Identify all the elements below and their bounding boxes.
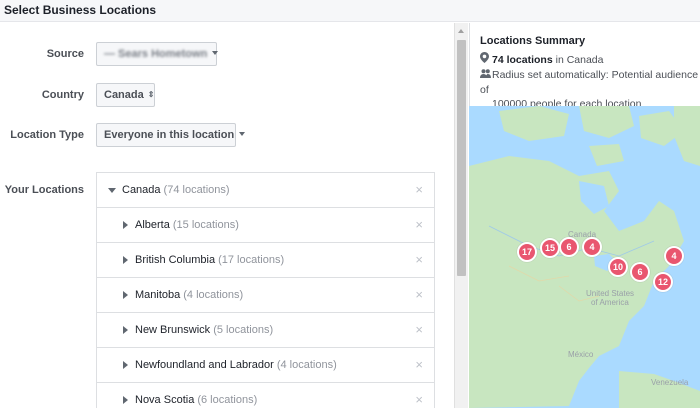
summary-location-count: 74 locations in Canada (480, 52, 604, 68)
page-title: Select Business Locations (4, 3, 157, 17)
remove-icon[interactable]: × (415, 278, 423, 312)
summary-radius-line1: Radius set automatically: Potential audi… (480, 69, 699, 96)
chevron-down-icon (212, 51, 219, 56)
expand-triangle-icon[interactable] (123, 326, 128, 334)
location-name: Canada (122, 184, 161, 196)
list-item[interactable]: Manitoba (4 locations) × (97, 278, 434, 313)
remove-icon[interactable]: × (415, 173, 423, 207)
map-label-mexico: México (568, 350, 594, 359)
map-label-venezuela: Venezuela (651, 378, 689, 387)
location-name: Alberta (135, 219, 170, 231)
collapse-triangle-icon[interactable] (108, 188, 116, 193)
country-value: Canada (104, 89, 144, 101)
list-item-canada[interactable]: Canada (74 locations) × (97, 173, 434, 208)
list-item[interactable]: New Brunswick (5 locations) × (97, 313, 434, 348)
location-count: (4 locations) (183, 289, 244, 301)
expand-triangle-icon[interactable] (123, 256, 128, 264)
map-pin[interactable]: 17 (517, 242, 537, 262)
chevron-down-icon (239, 132, 246, 137)
locations-map[interactable]: Canada United States of America México V… (469, 106, 700, 408)
summary-count-rest: in Canada (552, 54, 604, 66)
your-locations-label: Your Locations (4, 184, 84, 196)
scroll-up-icon[interactable] (458, 29, 464, 33)
map-pin[interactable]: 15 (540, 238, 560, 258)
remove-icon[interactable]: × (415, 208, 423, 242)
location-count: (5 locations) (213, 324, 274, 336)
map-pin-icon (480, 52, 492, 68)
map-pin[interactable]: 4 (582, 237, 602, 257)
source-value: — Sears Hometown (104, 48, 208, 60)
expand-triangle-icon[interactable] (123, 361, 128, 369)
source-label: Source (46, 48, 84, 60)
summary-radius: Radius set automatically: Potential audi… (480, 68, 700, 111)
locations-list: Canada (74 locations) × Alberta (15 locati… (96, 172, 435, 408)
expand-triangle-icon[interactable] (123, 291, 128, 299)
location-name: British Columbia (135, 254, 216, 266)
location-type-value: Everyone in this location (104, 129, 235, 141)
location-name: Nova Scotia (135, 394, 195, 406)
remove-icon[interactable]: × (415, 348, 423, 382)
expand-triangle-icon[interactable] (123, 396, 128, 404)
map-pin[interactable]: 6 (559, 237, 579, 257)
updown-arrows-icon: ⇕ (147, 90, 155, 99)
source-dropdown[interactable]: — Sears Hometown (96, 42, 219, 66)
location-type-label: Location Type (10, 129, 84, 141)
location-name: Manitoba (135, 289, 181, 301)
location-name: Newfoundland and Labrador (135, 359, 274, 371)
list-item[interactable]: British Columbia (17 locations) × (97, 243, 434, 278)
location-count: (6 locations) (197, 394, 258, 406)
list-item[interactable]: Nova Scotia (6 locations) × (97, 383, 434, 408)
summary-title: Locations Summary (480, 35, 586, 47)
map-pin[interactable]: 10 (608, 257, 628, 277)
location-count: (15 locations) (172, 219, 239, 231)
location-type-dropdown[interactable]: Everyone in this location (96, 123, 246, 147)
location-name: New Brunswick (135, 324, 211, 336)
map-pin[interactable]: 12 (653, 272, 673, 292)
map-pin[interactable]: 4 (664, 246, 684, 266)
form-scrollbar[interactable] (454, 23, 468, 408)
location-count: (4 locations) (276, 359, 337, 371)
remove-icon[interactable]: × (415, 383, 423, 408)
list-item[interactable]: Alberta (15 locations) × (97, 208, 434, 243)
location-count: (74 locations) (163, 184, 230, 196)
map-label-united-states: United States (586, 289, 635, 298)
list-item[interactable]: Newfoundland and Labrador (4 locations) × (97, 348, 434, 383)
modal-header: Select Business Locations (0, 0, 700, 22)
country-label: Country (41, 89, 84, 101)
expand-triangle-icon[interactable] (123, 221, 128, 229)
location-form: Source — Sears Hometown Country Canada ⇕ … (0, 23, 454, 408)
remove-icon[interactable]: × (415, 313, 423, 347)
people-icon (480, 69, 492, 83)
map-label-of-america: of America (591, 298, 629, 307)
map-pin[interactable]: 6 (630, 262, 650, 282)
scrollbar-thumb[interactable] (457, 40, 466, 276)
remove-icon[interactable]: × (415, 243, 423, 277)
country-select[interactable]: Canada ⇕ (96, 83, 155, 107)
summary-count-bold: 74 locations (492, 54, 553, 66)
location-count: (17 locations) (218, 254, 285, 266)
